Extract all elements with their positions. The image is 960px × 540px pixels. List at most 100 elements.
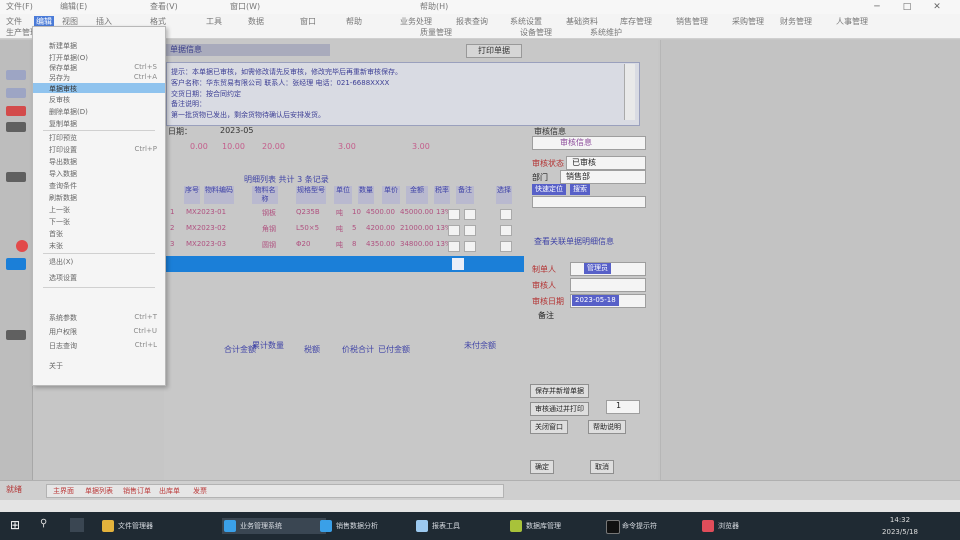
menu-item[interactable]: 删除单据(D): [49, 107, 88, 117]
toolbar-icon-4[interactable]: [6, 122, 26, 132]
col-header[interactable]: 单位: [334, 186, 352, 204]
row-checkbox[interactable]: [448, 209, 460, 220]
table-row[interactable]: 3 MX2023-03 圆钢 Φ20 吨 8 4350.00 34800.00 …: [166, 240, 524, 252]
row-checkbox[interactable]: [448, 225, 460, 236]
approve-print-button[interactable]: 审核通过并打印: [530, 402, 589, 416]
row-checkbox[interactable]: [500, 225, 512, 236]
menu-item[interactable]: 导出数据: [49, 157, 77, 167]
selected-row[interactable]: [166, 256, 524, 272]
menu-item[interactable]: 首张: [49, 229, 63, 239]
alert-icon[interactable]: [16, 240, 28, 252]
col-header[interactable]: 物料编码: [204, 186, 234, 204]
menu-item[interactable]: 系统参数: [49, 313, 77, 323]
minimize-button[interactable]: ─: [870, 1, 884, 13]
sheet-tab[interactable]: 主界面: [53, 486, 74, 496]
menu-item[interactable]: 刷新数据: [49, 193, 77, 203]
row-checkbox[interactable]: [464, 241, 476, 252]
toolbar-icon-7[interactable]: [6, 330, 26, 340]
help-button[interactable]: 帮助说明: [588, 420, 626, 434]
row-checkbox[interactable]: [464, 209, 476, 220]
maximize-button[interactable]: □: [900, 1, 914, 13]
col-header[interactable]: 规格型号: [296, 186, 326, 204]
clock[interactable]: 14:32 2023/5/18: [880, 514, 920, 538]
toolbar-icon-2[interactable]: [6, 88, 26, 98]
taskbar-item[interactable]: 文件管理器: [100, 518, 198, 534]
menu-item[interactable]: 导入数据: [49, 169, 77, 179]
menu-item[interactable]: 上一张: [49, 205, 70, 215]
taskbar-item[interactable]: 浏览器: [700, 518, 804, 534]
sheet-tab[interactable]: 销售订单: [123, 486, 151, 496]
menu-maintenance[interactable]: 系统维护: [590, 27, 622, 38]
menu-item[interactable]: 反审核: [49, 95, 70, 105]
ok-button[interactable]: 确定: [530, 460, 554, 474]
menu-item[interactable]: 末张: [49, 241, 63, 251]
menu-quality[interactable]: 质量管理: [420, 27, 452, 38]
menu-item[interactable]: 打印设置: [49, 145, 77, 155]
toolbar-icon-3[interactable]: [6, 106, 26, 116]
related-link[interactable]: 查看关联单据明细信息: [534, 236, 614, 247]
info-scrollbar[interactable]: [624, 64, 635, 120]
table-row[interactable]: 2 MX2023-02 角钢 L50×5 吨 5 4200.00 21000.0…: [166, 224, 524, 236]
menu-window[interactable]: 窗口: [300, 16, 316, 27]
col-header[interactable]: 税率: [434, 186, 450, 204]
task-view-icon[interactable]: [70, 518, 84, 532]
taskbar-item[interactable]: 业务管理系统: [222, 518, 326, 534]
col-header[interactable]: 备注: [456, 186, 474, 204]
menu-item[interactable]: 查询条件: [49, 181, 77, 191]
menu-item[interactable]: 下一张: [49, 217, 70, 227]
sheet-tab[interactable]: 单据列表: [85, 486, 113, 496]
close-window-button[interactable]: 关闭窗口: [530, 420, 568, 434]
menu-item[interactable]: 打印预览: [49, 133, 77, 143]
menu-system[interactable]: 系统设置: [510, 16, 542, 27]
row-checkbox[interactable]: [448, 241, 460, 252]
taskbar-item[interactable]: 命令提示符: [604, 518, 708, 534]
row-checkbox[interactable]: [500, 241, 512, 252]
copies-stepper[interactable]: [606, 400, 640, 414]
toolbar-icon-1[interactable]: [6, 70, 26, 80]
menu-item-highlighted[interactable]: 单据审核: [49, 84, 77, 94]
panel-tab[interactable]: 单据信息: [166, 44, 330, 56]
close-button[interactable]: ✕: [930, 1, 944, 13]
field2-input[interactable]: [570, 278, 646, 292]
menu-inventory[interactable]: 库存管理: [620, 16, 652, 27]
cancel-button[interactable]: 取消: [590, 460, 614, 474]
menu-item[interactable]: 复制单据: [49, 119, 77, 129]
search-input[interactable]: [532, 196, 646, 208]
print-button[interactable]: 打印单据: [466, 44, 522, 58]
menu-sales[interactable]: 销售管理: [676, 16, 708, 27]
menu-item[interactable]: 用户权限: [49, 327, 77, 337]
menu-item[interactable]: 新建单据: [49, 41, 77, 51]
taskbar-item[interactable]: 数据库管理: [508, 518, 612, 534]
col-header[interactable]: 物料名称: [252, 186, 278, 204]
table-row[interactable]: 1 MX2023-01 钢板 Q235B 吨 10 4500.00 45000.…: [166, 208, 524, 220]
row-checkbox[interactable]: [500, 209, 512, 220]
row-checkbox[interactable]: [464, 225, 476, 236]
col-header[interactable]: 数量: [358, 186, 374, 204]
col-header[interactable]: 选择: [496, 186, 512, 204]
sheet-tab[interactable]: 出库单: [159, 486, 180, 496]
taskbar-item[interactable]: 销售数据分析: [318, 518, 422, 534]
menu-business[interactable]: 业务处理: [400, 16, 432, 27]
menu-finance[interactable]: 财务管理: [780, 16, 812, 27]
save-new-button[interactable]: 保存并新增单据: [530, 384, 589, 398]
menu-item[interactable]: 选项设置: [49, 273, 77, 283]
toolbar-icon-5[interactable]: [6, 172, 26, 182]
menu-data[interactable]: 数据: [248, 16, 264, 27]
menu-item[interactable]: 另存为: [49, 73, 70, 83]
start-icon[interactable]: ⊞: [6, 516, 24, 534]
menu-item[interactable]: 日志查询: [49, 341, 77, 351]
menu-file[interactable]: 文件: [6, 16, 22, 27]
sheet-tabs[interactable]: 主界面 单据列表 销售订单 出库单 发票: [46, 484, 504, 498]
col-header[interactable]: 序号: [184, 186, 200, 204]
menu-equipment[interactable]: 设备管理: [520, 27, 552, 38]
search-button[interactable]: 搜索: [570, 184, 590, 195]
menu-item[interactable]: 关于: [49, 361, 63, 371]
col-header[interactable]: 单价: [382, 186, 400, 204]
menu-item[interactable]: 保存单据: [49, 63, 77, 73]
menu-purchase[interactable]: 采购管理: [732, 16, 764, 27]
taskbar-item[interactable]: 报表工具: [414, 518, 518, 534]
selected-cell[interactable]: [452, 258, 464, 270]
menu-reports[interactable]: 报表查询: [456, 16, 488, 27]
col-header[interactable]: 金额: [406, 186, 428, 204]
toolbar-icon-6[interactable]: [6, 258, 26, 270]
